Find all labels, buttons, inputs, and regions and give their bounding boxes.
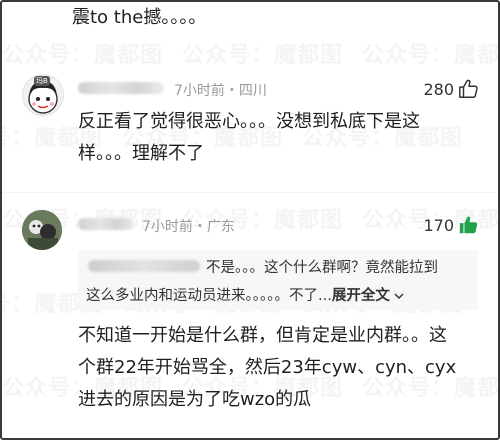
watermark-text: 公众号：魔都图 [182,37,343,69]
like-count: 280 [423,80,454,99]
username-redacted[interactable] [78,218,134,230]
comment-text-line: 不知道一开始是什么群，但肯定是业内群。。这 [78,325,447,346]
like-count: 170 [423,216,454,235]
reply-text-line: 不是。。。这个什么群啊？竟然能拉到 [206,260,438,276]
comment-time-location: 7小时前・广东 [142,219,235,235]
reply-username-redacted [88,260,200,272]
photo-avatar-icon [22,210,62,250]
avatar[interactable]: 玛B [22,74,64,116]
quoted-reply[interactable]: 不是。。。这个什么群啊？竟然能拉到 这么多业内和运动员进来。。。。。不了...展… [78,250,478,310]
divider [2,192,498,193]
comment-time-location: 7小时前・四川 [174,83,267,99]
comment-text-line: 样。。。理解不了 [78,143,204,164]
comment-text-line: 反正看了觉得很恶心。。。没想到私底下是这 [78,111,420,132]
comment-text-line: 进去的原因是为了吃wzo的瓜 [78,389,312,410]
expand-full-text-link[interactable]: 展开全文 [332,288,390,304]
watermark-text: 公众号：魔都图 [2,37,163,69]
watermark-text: 公众号：魔都图 [362,37,498,69]
avatar-badge: 玛B [34,76,50,86]
chevron-down-icon[interactable] [394,292,404,300]
thumbs-up-filled-icon[interactable] [458,214,480,236]
reply-text-line: 这么多业内和运动员进来。。。。。不了...展开全文 [86,284,404,305]
reply-text: 这么多业内和运动员进来。。。。。不了... [86,288,332,304]
thumbs-up-icon[interactable] [458,78,480,100]
comment-screenshot-frame: 公众号：魔都图 公众号：魔都图 公众号：魔都图 公众号：魔都图 公众号：魔都图 … [0,0,500,440]
comment-text-line: 个群22年开始骂全，然后23年cyw、cyn、cyx [78,357,457,378]
username-redacted[interactable] [78,82,164,94]
avatar[interactable] [22,210,62,250]
previous-comment-tail: 震to the撼。。。。 [72,7,207,28]
